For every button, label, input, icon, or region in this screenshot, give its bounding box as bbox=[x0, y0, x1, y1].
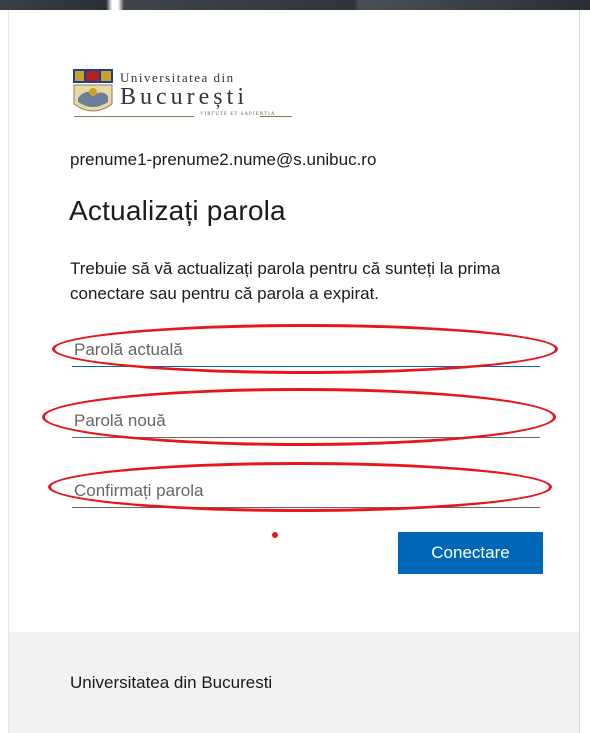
current-password-input[interactable] bbox=[72, 333, 540, 367]
university-crest-icon bbox=[73, 69, 113, 112]
page-description: Trebuie să vă actualizați parola pentru … bbox=[70, 259, 501, 303]
left-border bbox=[0, 10, 9, 733]
account-email: prenume1-prenume2.nume@s.unibuc.ro bbox=[70, 150, 377, 169]
logo-divider-right bbox=[260, 116, 292, 117]
sign-in-button[interactable]: Conectare bbox=[398, 532, 543, 574]
right-border bbox=[579, 10, 590, 733]
annotation-dot bbox=[272, 532, 278, 538]
footer-organization-name: Universitatea din Bucuresti bbox=[70, 673, 273, 692]
logo-line-bucuresti: București bbox=[120, 84, 248, 110]
footer: Universitatea din Bucuresti bbox=[9, 632, 579, 733]
password-update-page: Universitatea din București VIRTUTE ET S… bbox=[0, 0, 590, 733]
new-password-input[interactable] bbox=[72, 404, 540, 438]
confirm-password-input[interactable] bbox=[72, 474, 540, 508]
background-window-strip bbox=[0, 0, 590, 10]
logo-divider bbox=[74, 116, 194, 117]
page-title: Actualizați parola bbox=[69, 195, 286, 226]
university-logo: Universitatea din București VIRTUTE ET S… bbox=[72, 68, 302, 124]
